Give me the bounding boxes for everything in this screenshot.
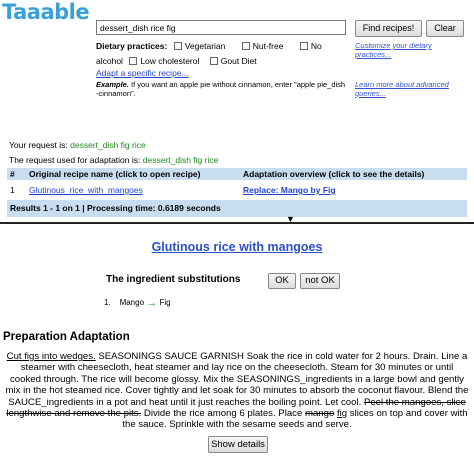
ok-button[interactable]: OK [268,273,296,289]
substitution-item: 1. Mango → Fig [104,297,171,309]
gout-diet-checkbox[interactable] [209,57,218,65]
low-cholesterol-label: Low cholesterol [140,56,200,66]
clear-button[interactable]: Clear [426,20,464,37]
results-table-header: # Original recipe name (click to open re… [7,168,467,180]
example-text: Example. If you want an apple pie withou… [96,80,346,98]
prep-removed-word: mango [304,408,335,420]
low-cholesterol-checkbox[interactable] [129,57,138,65]
no-label: No [310,41,322,51]
results-summary: Results 1 - 1 on 1 | Processing time: 0.… [7,200,467,217]
table-row: 1 Glutinous_rice_with_mangoes Replace: M… [7,184,467,198]
find-recipes-button[interactable]: Find recipes! [355,20,422,37]
advanced-queries-link[interactable]: Learn more about advanced queries... [355,80,470,98]
sub-number: 1. [104,298,111,307]
show-details-button[interactable]: Show details [208,436,268,453]
recipe-link[interactable]: Glutinous_rice_with_mangoes [29,185,143,195]
not-ok-button[interactable]: not OK [300,273,340,289]
request-label: Your request is: [9,140,68,150]
sub-from: Mango [119,298,145,307]
prep-added-step: Cut figs into wedges. [6,351,96,362]
adapt-recipe-link[interactable]: Adapt a specific recipe... [96,68,189,78]
right-arrow-icon: → [146,297,158,309]
vegetarian-label: Vegetarian [184,41,226,51]
header-recipe: Original recipe name (click to open reci… [29,169,201,179]
request-value: dessert_dish fig rice [70,140,146,150]
dietary-practices-row: Dietary practices: Vegetarian Nut-free N… [96,41,326,51]
dietary-practices-row-2: alcohol Low cholesterol Gout Diet [96,56,261,66]
search-input[interactable] [96,20,346,35]
preparation-text: Cut figs into wedges. SEASONINGS SAUCE G… [4,351,470,431]
recipe-title[interactable]: Glutinous rice with mangoes [0,240,474,254]
row-num: 1 [10,185,15,195]
alcohol-label: alcohol [96,56,123,66]
nut-free-label: Nut-free [252,41,284,51]
adaptation-request-line: The request used for adaptation is: dess… [9,155,218,165]
no-alcohol-checkbox[interactable] [299,42,308,50]
prep-part-2: Divide the rice among 6 plates. Place [141,408,305,420]
nut-free-checkbox[interactable] [241,42,250,50]
gout-diet-label: Gout Diet [220,56,257,66]
prep-added-word: fig [336,408,348,420]
preparation-title: Preparation Adaptation [3,331,130,343]
example-body: If you want an apple pie without cinnamo… [96,80,346,98]
search-panel: Taaable Find recipes! Clear Dietary prac… [0,0,474,220]
taaable-logo[interactable]: Taaable [2,0,90,24]
header-adaptation: Adaptation overview (click to see the de… [243,169,425,179]
header-num: # [10,169,15,179]
dietary-practices-label: Dietary practices: [96,41,168,51]
sub-to: Fig [159,298,171,307]
customize-dietary-link[interactable]: Customize your dietary practices... [355,41,470,59]
example-bold: Example. [96,80,129,89]
substitutions-label: The ingredient substitutions [106,274,241,285]
request-line: Your request is: dessert_dish fig rice [9,140,146,150]
adaptation-link[interactable]: Replace: Mango by Fig [243,185,336,195]
recipe-detail-panel: Glutinous rice with mangoes The ingredie… [0,224,474,457]
adaptation-request-label: The request used for adaptation is: [9,155,141,165]
vegetarian-checkbox[interactable] [173,42,182,50]
adaptation-request-value: dessert_dish fig rice [142,155,219,165]
